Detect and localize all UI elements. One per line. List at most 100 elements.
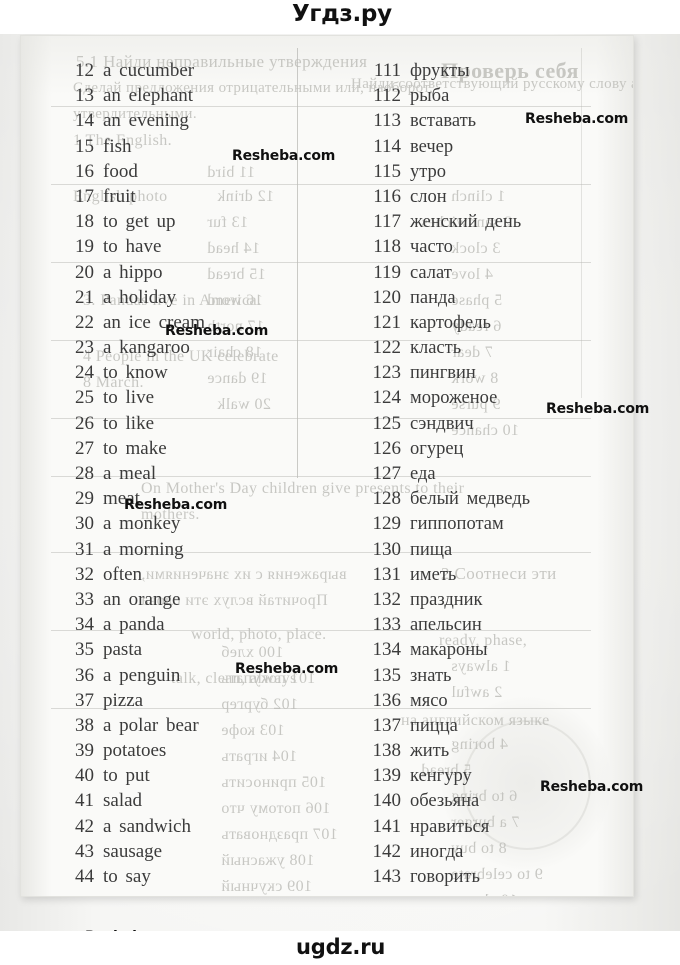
entry-term: to like	[103, 412, 155, 434]
entry-term: a cucumber	[103, 60, 195, 81]
vocabulary-entry: 28 a meal	[54, 461, 314, 486]
vocabulary-entry: 30 a monkey	[54, 511, 314, 536]
vocabulary-list-english: 12 a cucumber 13 an elephant 14 an evening 15 f…	[54, 58, 314, 889]
vocabulary-entry: 123 пингвин	[351, 360, 621, 385]
entry-term: нравиться	[410, 816, 490, 837]
entry-number: 24	[75, 362, 94, 384]
entry-term: женский день	[410, 212, 522, 233]
entry-term: мясо	[410, 690, 448, 711]
entry-term: праздник	[410, 589, 483, 610]
site-header-logo[interactable]: Угдз.ру	[292, 1, 392, 27]
resheba-watermark: Resheba.com	[546, 401, 650, 417]
vocabulary-entry: 119 салат	[351, 260, 621, 285]
entry-number: 129	[372, 513, 402, 535]
book-page-sheet: 5.1 Найди неправильные утверждения Сделай…	[20, 35, 634, 897]
entry-term: an elephant	[103, 85, 194, 107]
vocabulary-entry: 129 гиппопотам	[351, 511, 621, 536]
entry-term: pizza	[103, 689, 144, 711]
entry-term: класть	[410, 338, 462, 359]
entry-term: food	[103, 160, 138, 182]
vocabulary-entry: 18 to get up	[54, 209, 314, 234]
entry-number: 35	[75, 639, 94, 661]
entry-number: 131	[372, 563, 402, 585]
entry-term: a sandwich	[103, 815, 191, 837]
entry-term: пингвин	[410, 363, 476, 384]
vocabulary-entry: 14 an evening	[54, 108, 314, 133]
entry-term: рыба	[410, 86, 450, 107]
entry-number: 14	[75, 110, 94, 132]
site-header-band: Угдз.ру	[0, 0, 680, 34]
vocabulary-entry: 13 an elephant	[54, 83, 314, 108]
entry-term: to know	[103, 362, 168, 384]
site-footer-band: ugdz.ru	[0, 931, 680, 965]
entry-term: to get up	[103, 211, 176, 233]
entry-number: 137	[372, 714, 402, 736]
entry-term: макароны	[410, 640, 488, 661]
entry-number: 143	[372, 866, 402, 887]
entry-term: часто	[410, 237, 453, 258]
entry-term: говорить	[410, 867, 480, 887]
vocabulary-entry: 26 to like	[54, 411, 314, 436]
resheba-watermark: Resheba.com	[124, 497, 228, 513]
site-footer-logo[interactable]: ugdz.ru	[296, 935, 385, 959]
vocabulary-entry: 126 огурец	[351, 436, 621, 461]
entry-number: 16	[75, 160, 94, 182]
entry-number: 25	[75, 387, 94, 409]
entry-term: утро	[410, 161, 447, 182]
entry-number: 33	[75, 588, 94, 610]
vocabulary-entry: 121 картофель	[351, 310, 621, 335]
entry-term: картофель	[410, 312, 491, 333]
entry-number: 15	[75, 135, 94, 157]
entry-number: 13	[75, 85, 94, 107]
entry-number: 135	[372, 664, 402, 686]
entry-term: sausage	[103, 840, 163, 862]
entry-number: 40	[75, 765, 94, 787]
entry-number: 133	[372, 614, 402, 636]
entry-number: 43	[75, 840, 94, 862]
vocabulary-entry: 130 пища	[351, 537, 621, 562]
entry-number: 22	[75, 311, 94, 333]
vocabulary-entry: 134 макароны	[351, 637, 621, 662]
entry-number: 121	[372, 311, 402, 333]
vocabulary-entry: 133 апельсин	[351, 612, 621, 637]
vocabulary-entry: 33 an orange	[54, 587, 314, 612]
entry-term: a panda	[103, 614, 165, 636]
entry-number: 141	[372, 815, 402, 837]
entry-number: 23	[75, 337, 94, 359]
vocabulary-entry: 31 a morning	[54, 537, 314, 562]
entry-number: 26	[75, 412, 94, 434]
entry-term: обезьяна	[410, 791, 480, 812]
vocabulary-entry: 35 pasta	[54, 637, 314, 662]
vocabulary-entry: 44 to say	[54, 864, 314, 889]
vocabulary-entry: 117 женский день	[351, 209, 621, 234]
entry-number: 32	[75, 563, 94, 585]
entry-number: 127	[372, 463, 402, 484]
vocabulary-entry: 132 праздник	[351, 587, 621, 612]
vocabulary-entry: 114 вечер	[351, 134, 621, 159]
entry-number: 21	[75, 286, 94, 308]
entry-number: 132	[372, 588, 402, 610]
resheba-watermark: Resheba.com	[235, 661, 339, 677]
vocabulary-entry: 38 a polar bear	[54, 713, 314, 738]
entry-term: белый медведь	[410, 489, 531, 510]
entry-number: 113	[373, 110, 401, 132]
vocabulary-entry: 116 слон	[351, 184, 621, 209]
entry-number: 120	[372, 286, 402, 308]
vocabulary-entry: 21 a holiday	[54, 285, 314, 310]
entry-term: a polar bear	[103, 714, 199, 736]
vocabulary-entry: 135 знать	[351, 663, 621, 688]
entry-term: вечер	[410, 136, 454, 157]
entry-term: fish	[103, 135, 132, 157]
entry-term: often	[103, 563, 143, 585]
vocabulary-entry: 12 a cucumber	[54, 58, 314, 83]
entry-number: 30	[75, 513, 94, 535]
entry-number: 111	[373, 60, 401, 81]
vocabulary-entry: 19 to have	[54, 234, 314, 259]
entry-number: 36	[75, 664, 94, 686]
entry-term: салат	[410, 262, 452, 283]
entry-number: 17	[75, 185, 94, 207]
vocabulary-entry: 42 a sandwich	[54, 814, 314, 839]
entry-number: 39	[75, 740, 94, 762]
entry-number: 140	[372, 790, 402, 812]
vocabulary-entry: 128 белый медведь	[351, 486, 621, 511]
